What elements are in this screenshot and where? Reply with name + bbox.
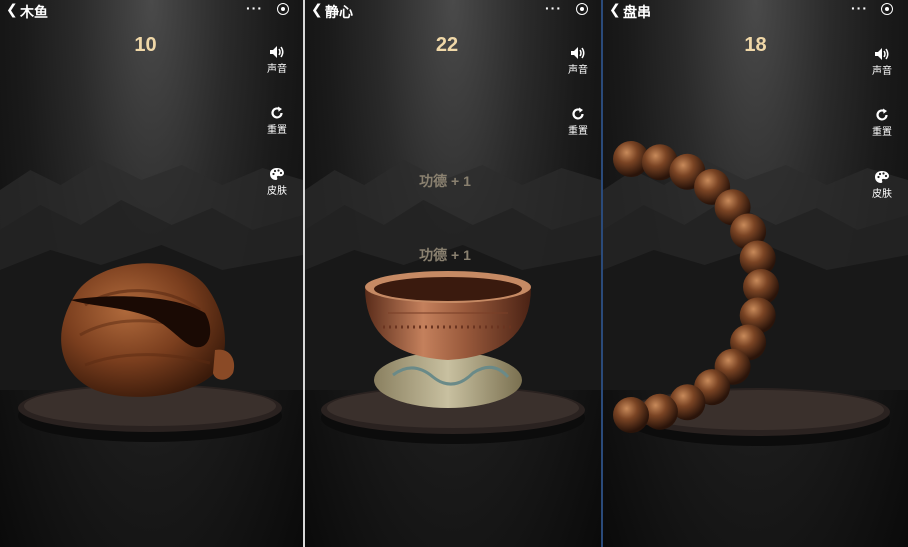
speaker-icon	[875, 48, 889, 60]
sound-label: 声音	[872, 66, 892, 77]
prayer-beads[interactable]	[603, 135, 793, 440]
page-title: 木鱼	[20, 4, 48, 20]
back-icon[interactable]: ❮	[609, 1, 621, 18]
record-icon[interactable]	[576, 3, 588, 15]
palette-icon	[875, 171, 889, 183]
skin-button[interactable]: 皮肤	[262, 167, 292, 197]
more-icon[interactable]: ···	[246, 0, 263, 16]
sound-button[interactable]: 声音	[563, 46, 593, 76]
reset-button[interactable]: 重置	[867, 108, 897, 138]
merit-popup: 功德 + 1	[419, 173, 471, 189]
merit-counter: 10	[134, 34, 157, 56]
top-bar: ❮ 盘串 ···	[603, 0, 908, 20]
top-bar: ❮ 静心 ···	[305, 0, 601, 20]
skin-label: 皮肤	[872, 189, 892, 200]
top-bar: ❮ 木鱼 ···	[0, 0, 303, 20]
singing-bowl[interactable]	[363, 265, 538, 415]
sound-button[interactable]: 声音	[867, 47, 897, 77]
skin-label: 皮肤	[267, 186, 287, 197]
bowl-panel: ❮ 静心 ··· 22 声音 重置 功德 + 1 功德 + 1	[305, 0, 601, 547]
record-icon[interactable]	[881, 3, 893, 15]
back-icon[interactable]: ❮	[6, 1, 18, 18]
sound-label: 声音	[568, 65, 588, 76]
record-icon[interactable]	[277, 3, 289, 15]
merit-counter: 22	[435, 34, 459, 56]
wooden-fish[interactable]	[55, 255, 245, 405]
page-title: 静心	[325, 4, 353, 20]
sound-label: 声音	[267, 64, 287, 75]
merit-popup: 功德 + 1	[419, 247, 471, 263]
speaker-icon	[571, 47, 585, 59]
skin-button[interactable]: 皮肤	[867, 170, 897, 200]
more-icon[interactable]: ···	[545, 0, 562, 16]
reset-icon	[572, 107, 584, 120]
reset-icon	[876, 108, 888, 121]
sound-button[interactable]: 声音	[262, 45, 292, 75]
more-icon[interactable]: ···	[851, 0, 868, 16]
reset-label: 重置	[872, 127, 892, 138]
reset-label: 重置	[568, 126, 588, 137]
reset-button[interactable]: 重置	[563, 107, 593, 137]
reset-button[interactable]: 重置	[262, 106, 292, 136]
bead	[613, 397, 649, 433]
woodfish-panel: ❮ 木鱼 ··· 10 声音 重置 皮肤	[0, 0, 303, 547]
beads-panel: ❮ 盘串 ··· 18 声音 重置 皮肤	[603, 0, 908, 547]
back-icon[interactable]: ❮	[311, 1, 323, 18]
merit-counter: 18	[744, 34, 767, 56]
palette-icon	[270, 168, 284, 180]
reset-icon	[271, 106, 283, 119]
reset-label: 重置	[267, 125, 287, 136]
page-title: 盘串	[623, 4, 651, 20]
speaker-icon	[270, 46, 284, 58]
